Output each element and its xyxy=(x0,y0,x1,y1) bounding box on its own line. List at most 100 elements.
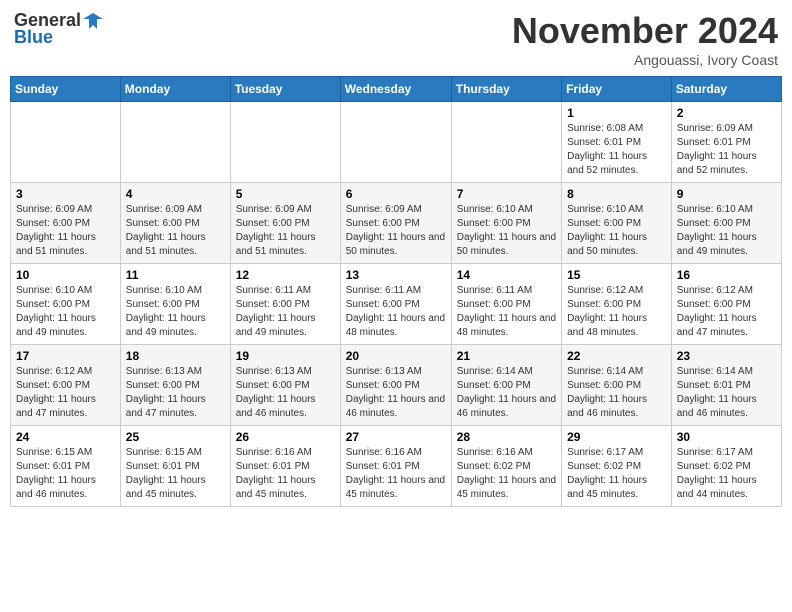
day-cell: 12 Sunrise: 6:11 AMSunset: 6:00 PMDayligh… xyxy=(230,264,340,345)
day-cell: 13 Sunrise: 6:11 AMSunset: 6:00 PMDayligh… xyxy=(340,264,451,345)
weekday-header-friday: Friday xyxy=(562,77,672,102)
day-number: 18 xyxy=(126,349,225,363)
day-cell: 17Sunrise: 6:12 AMSunset: 6:00 PMDayligh… xyxy=(11,345,121,426)
weekday-header-sunday: Sunday xyxy=(11,77,121,102)
day-number: 27 xyxy=(346,430,446,444)
day-info: Sunrise: 6:11 AMSunset: 6:00 PMDaylight:… xyxy=(236,284,335,340)
day-number: 5 xyxy=(236,187,335,201)
day-info: Sunrise: 6:09 AMSunset: 6:01 PMDaylight:… xyxy=(677,122,776,178)
day-cell: 7 Sunrise: 6:10 AMSunset: 6:00 PMDaylight… xyxy=(451,183,561,264)
day-number: 17 xyxy=(16,349,115,363)
day-number: 28 xyxy=(457,430,556,444)
week-row-4: 17Sunrise: 6:12 AMSunset: 6:00 PMDayligh… xyxy=(11,345,782,426)
day-info: Sunrise: 6:16 AMSunset: 6:01 PMDaylight:… xyxy=(236,446,335,502)
day-cell: 18 Sunrise: 6:13 AMSunset: 6:00 PMDayligh… xyxy=(120,345,230,426)
day-cell: 20 Sunrise: 6:13 AMSunset: 6:00 PMDayligh… xyxy=(340,345,451,426)
logo: General Blue xyxy=(14,10,103,48)
day-number: 29 xyxy=(567,430,666,444)
day-number: 15 xyxy=(567,268,666,282)
day-info: Sunrise: 6:17 AMSunset: 6:02 PMDaylight:… xyxy=(567,446,666,502)
day-number: 25 xyxy=(126,430,225,444)
day-cell xyxy=(451,102,561,183)
day-number: 8 xyxy=(567,187,666,201)
day-info: Sunrise: 6:09 AMSunset: 6:00 PMDaylight:… xyxy=(346,203,446,259)
calendar-table: SundayMondayTuesdayWednesdayThursdayFrid… xyxy=(10,76,782,507)
weekday-header-wednesday: Wednesday xyxy=(340,77,451,102)
weekday-header-tuesday: Tuesday xyxy=(230,77,340,102)
day-info: Sunrise: 6:11 AMSunset: 6:00 PMDaylight:… xyxy=(346,284,446,340)
day-number: 21 xyxy=(457,349,556,363)
day-cell xyxy=(230,102,340,183)
day-cell: 2 Sunrise: 6:09 AMSunset: 6:01 PMDaylight… xyxy=(671,102,781,183)
weekday-header-thursday: Thursday xyxy=(451,77,561,102)
day-number: 6 xyxy=(346,187,446,201)
day-number: 26 xyxy=(236,430,335,444)
day-number: 2 xyxy=(677,106,776,120)
day-number: 13 xyxy=(346,268,446,282)
day-info: Sunrise: 6:12 AMSunset: 6:00 PMDaylight:… xyxy=(567,284,666,340)
day-number: 20 xyxy=(346,349,446,363)
title-area: November 2024 Angouassi, Ivory Coast xyxy=(512,10,778,68)
week-row-1: 1 Sunrise: 6:08 AMSunset: 6:01 PMDaylight… xyxy=(11,102,782,183)
day-cell: 27Sunrise: 6:16 AMSunset: 6:01 PMDayligh… xyxy=(340,426,451,507)
day-info: Sunrise: 6:10 AMSunset: 6:00 PMDaylight:… xyxy=(457,203,556,259)
day-number: 11 xyxy=(126,268,225,282)
day-number: 22 xyxy=(567,349,666,363)
day-cell: 9 Sunrise: 6:10 AMSunset: 6:00 PMDaylight… xyxy=(671,183,781,264)
day-info: Sunrise: 6:11 AMSunset: 6:00 PMDaylight:… xyxy=(457,284,556,340)
day-info: Sunrise: 6:08 AMSunset: 6:01 PMDaylight:… xyxy=(567,122,666,178)
day-number: 30 xyxy=(677,430,776,444)
day-cell: 23Sunrise: 6:14 AMSunset: 6:01 PMDayligh… xyxy=(671,345,781,426)
day-cell: 11Sunrise: 6:10 AMSunset: 6:00 PMDayligh… xyxy=(120,264,230,345)
day-cell: 1 Sunrise: 6:08 AMSunset: 6:01 PMDaylight… xyxy=(562,102,672,183)
day-cell: 25 Sunrise: 6:15 AMSunset: 6:01 PMDayligh… xyxy=(120,426,230,507)
day-info: Sunrise: 6:09 AMSunset: 6:00 PMDaylight:… xyxy=(126,203,225,259)
day-info: Sunrise: 6:09 AMSunset: 6:00 PMDaylight:… xyxy=(236,203,335,259)
day-cell: 5 Sunrise: 6:09 AMSunset: 6:00 PMDaylight… xyxy=(230,183,340,264)
weekday-header-saturday: Saturday xyxy=(671,77,781,102)
day-info: Sunrise: 6:14 AMSunset: 6:01 PMDaylight:… xyxy=(677,365,776,421)
day-info: Sunrise: 6:09 AMSunset: 6:00 PMDaylight:… xyxy=(16,203,115,259)
day-info: Sunrise: 6:13 AMSunset: 6:00 PMDaylight:… xyxy=(346,365,446,421)
day-info: Sunrise: 6:15 AMSunset: 6:01 PMDaylight:… xyxy=(126,446,225,502)
day-info: Sunrise: 6:10 AMSunset: 6:00 PMDaylight:… xyxy=(677,203,776,259)
weekday-header-monday: Monday xyxy=(120,77,230,102)
day-cell xyxy=(120,102,230,183)
day-cell: 26 Sunrise: 6:16 AMSunset: 6:01 PMDayligh… xyxy=(230,426,340,507)
day-cell: 4 Sunrise: 6:09 AMSunset: 6:00 PMDaylight… xyxy=(120,183,230,264)
day-cell xyxy=(340,102,451,183)
week-row-3: 10Sunrise: 6:10 AMSunset: 6:00 PMDayligh… xyxy=(11,264,782,345)
day-cell: 3Sunrise: 6:09 AMSunset: 6:00 PMDaylight… xyxy=(11,183,121,264)
day-number: 24 xyxy=(16,430,115,444)
day-info: Sunrise: 6:12 AMSunset: 6:00 PMDaylight:… xyxy=(677,284,776,340)
day-info: Sunrise: 6:13 AMSunset: 6:00 PMDaylight:… xyxy=(126,365,225,421)
day-cell: 10Sunrise: 6:10 AMSunset: 6:00 PMDayligh… xyxy=(11,264,121,345)
logo-blue-text: Blue xyxy=(14,27,53,48)
day-number: 4 xyxy=(126,187,225,201)
day-info: Sunrise: 6:14 AMSunset: 6:00 PMDaylight:… xyxy=(567,365,666,421)
day-cell: 24 Sunrise: 6:15 AMSunset: 6:01 PMDayligh… xyxy=(11,426,121,507)
week-row-5: 24 Sunrise: 6:15 AMSunset: 6:01 PMDayligh… xyxy=(11,426,782,507)
day-cell: 28 Sunrise: 6:16 AMSunset: 6:02 PMDayligh… xyxy=(451,426,561,507)
week-row-2: 3Sunrise: 6:09 AMSunset: 6:00 PMDaylight… xyxy=(11,183,782,264)
day-cell: 19 Sunrise: 6:13 AMSunset: 6:00 PMDayligh… xyxy=(230,345,340,426)
day-number: 9 xyxy=(677,187,776,201)
day-number: 7 xyxy=(457,187,556,201)
day-info: Sunrise: 6:17 AMSunset: 6:02 PMDaylight:… xyxy=(677,446,776,502)
day-info: Sunrise: 6:13 AMSunset: 6:00 PMDaylight:… xyxy=(236,365,335,421)
day-cell: 14Sunrise: 6:11 AMSunset: 6:00 PMDayligh… xyxy=(451,264,561,345)
logo-bird-icon xyxy=(83,11,103,31)
day-cell: 30 Sunrise: 6:17 AMSunset: 6:02 PMDayligh… xyxy=(671,426,781,507)
day-number: 12 xyxy=(236,268,335,282)
day-number: 19 xyxy=(236,349,335,363)
day-info: Sunrise: 6:16 AMSunset: 6:02 PMDaylight:… xyxy=(457,446,556,502)
day-cell: 8 Sunrise: 6:10 AMSunset: 6:00 PMDaylight… xyxy=(562,183,672,264)
day-cell: 16 Sunrise: 6:12 AMSunset: 6:00 PMDayligh… xyxy=(671,264,781,345)
day-info: Sunrise: 6:15 AMSunset: 6:01 PMDaylight:… xyxy=(16,446,115,502)
day-info: Sunrise: 6:10 AMSunset: 6:00 PMDaylight:… xyxy=(567,203,666,259)
day-number: 16 xyxy=(677,268,776,282)
day-number: 10 xyxy=(16,268,115,282)
day-number: 1 xyxy=(567,106,666,120)
month-title: November 2024 xyxy=(512,10,778,52)
day-cell: 21Sunrise: 6:14 AMSunset: 6:00 PMDayligh… xyxy=(451,345,561,426)
